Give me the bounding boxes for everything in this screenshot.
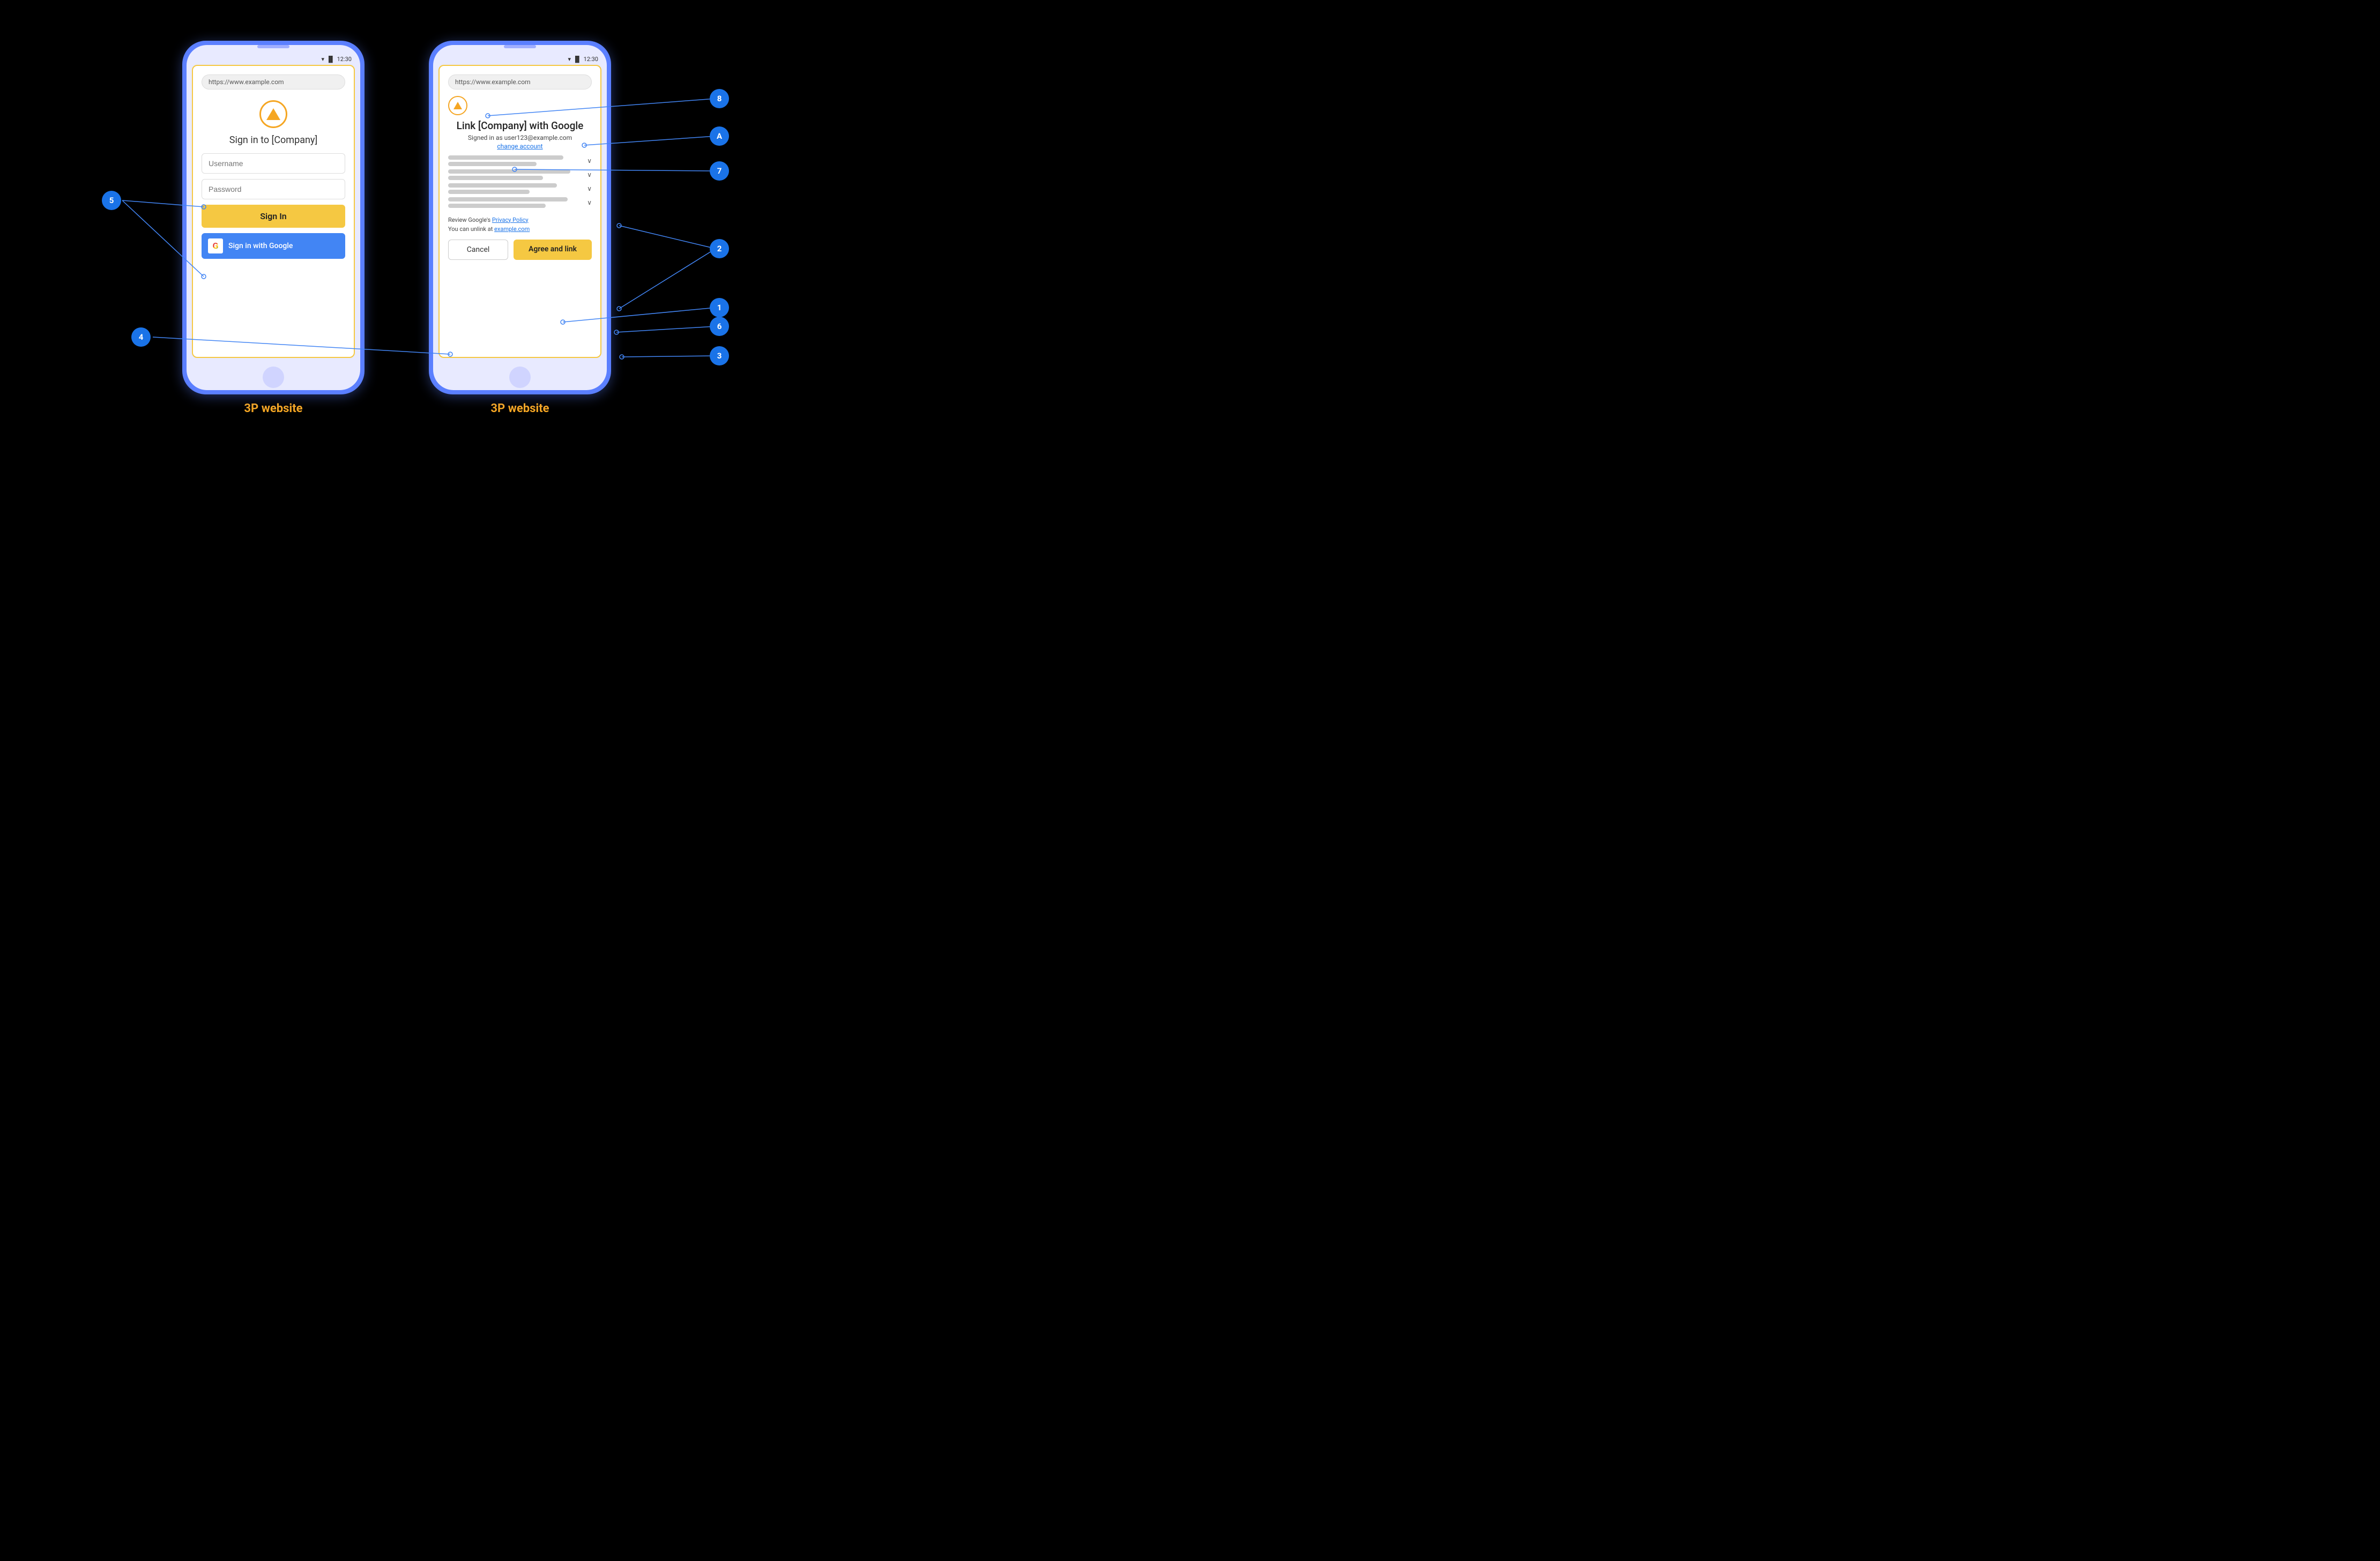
- left-phone-label: 3P website: [244, 402, 302, 415]
- review-text: Review Google's: [448, 216, 492, 223]
- scope-line: [448, 162, 537, 166]
- chevron-down-icon[interactable]: ∨: [587, 199, 592, 206]
- action-buttons-row: Cancel Agree and link: [448, 240, 592, 260]
- scope-item-4: ∨: [448, 197, 592, 208]
- right-time: 12:30: [584, 56, 598, 63]
- left-status-bar: ▾ ▐▌ 12:30: [187, 51, 360, 65]
- username-input[interactable]: [202, 153, 345, 174]
- diagram-wrapper: ▾ ▐▌ 12:30 https://www.example.com Sign …: [48, 25, 745, 496]
- annotation-1: 1: [710, 298, 729, 317]
- wifi-icon: ▾: [321, 56, 324, 63]
- left-phone: ▾ ▐▌ 12:30 https://www.example.com Sign …: [182, 41, 365, 394]
- cancel-button[interactable]: Cancel: [448, 240, 508, 260]
- password-input[interactable]: [202, 179, 345, 199]
- google-sign-in-button[interactable]: G Sign in with Google: [202, 233, 345, 259]
- left-screen: https://www.example.com Sign in to [Comp…: [192, 65, 355, 358]
- scope-item-3: ∨: [448, 183, 592, 194]
- left-url-bar: https://www.example.com: [202, 74, 345, 89]
- right-url-bar: https://www.example.com: [448, 74, 592, 89]
- link-header: [448, 96, 592, 115]
- scope-lines-2: [448, 169, 584, 180]
- annotation-2: 2: [710, 239, 729, 258]
- annotation-6: 6: [710, 317, 729, 336]
- scope-lines-3: [448, 183, 584, 194]
- right-home-button[interactable]: [509, 367, 531, 388]
- scope-line: [448, 190, 530, 194]
- google-g-icon: G: [213, 241, 219, 251]
- privacy-policy-link[interactable]: Privacy Policy: [492, 216, 529, 223]
- google-btn-label: Sign in with Google: [228, 242, 293, 250]
- right-phone-col: ▾ ▐▌ 12:30 https://www.example.com Link …: [429, 41, 611, 415]
- left-time: 12:30: [337, 56, 352, 63]
- scope-line: [448, 197, 568, 201]
- annotation-4: 4: [131, 327, 151, 347]
- agree-and-link-button[interactable]: Agree and link: [514, 240, 592, 260]
- scope-line: [448, 204, 546, 208]
- privacy-text: Review Google's Privacy Policy You can u…: [448, 215, 592, 234]
- link-title: Link [Company] with Google: [457, 119, 584, 132]
- sign-in-button[interactable]: Sign In: [202, 205, 345, 228]
- right-phone: ▾ ▐▌ 12:30 https://www.example.com Link …: [429, 41, 611, 394]
- right-notch: [504, 45, 536, 48]
- left-company-logo: [259, 100, 287, 128]
- scope-line: [448, 155, 563, 160]
- scope-line: [448, 169, 570, 174]
- signed-in-text: Signed in as user123@example.com: [468, 134, 572, 141]
- chevron-down-icon[interactable]: ∨: [587, 185, 592, 192]
- right-company-triangle-icon: [453, 102, 462, 109]
- scope-line: [448, 183, 557, 188]
- left-phone-col: ▾ ▐▌ 12:30 https://www.example.com Sign …: [182, 41, 365, 415]
- change-account-link[interactable]: change account: [497, 143, 542, 150]
- scope-line: [448, 176, 543, 180]
- left-home-button[interactable]: [263, 367, 284, 388]
- annotation-A: A: [710, 126, 729, 146]
- right-company-logo: [448, 96, 467, 115]
- google-icon-box: G: [208, 238, 223, 253]
- right-screen: https://www.example.com Link [Company] w…: [438, 65, 601, 358]
- annotation-7: 7: [710, 161, 729, 181]
- annotation-3: 3: [710, 346, 729, 365]
- scope-item-1: ∨: [448, 155, 592, 166]
- scope-item-2: ∨: [448, 169, 592, 180]
- scope-lines-1: [448, 155, 584, 166]
- chevron-down-icon[interactable]: ∨: [587, 157, 592, 165]
- annotation-5: 5: [102, 191, 121, 210]
- right-phone-label: 3P website: [490, 402, 549, 415]
- right-wifi-icon: ▾: [568, 56, 571, 63]
- annotation-8: 8: [710, 89, 729, 108]
- scope-lines-4: [448, 197, 584, 208]
- right-signal-icon: ▐▌: [573, 56, 582, 63]
- chevron-down-icon[interactable]: ∨: [587, 171, 592, 178]
- signal-icon: ▐▌: [326, 56, 335, 63]
- right-status-bar: ▾ ▐▌ 12:30: [433, 51, 607, 65]
- unlink-link[interactable]: example.com: [494, 226, 530, 233]
- company-triangle-icon: [266, 108, 280, 120]
- left-notch: [257, 45, 289, 48]
- left-title: Sign in to [Company]: [229, 135, 317, 146]
- unlink-text: You can unlink at: [448, 226, 494, 233]
